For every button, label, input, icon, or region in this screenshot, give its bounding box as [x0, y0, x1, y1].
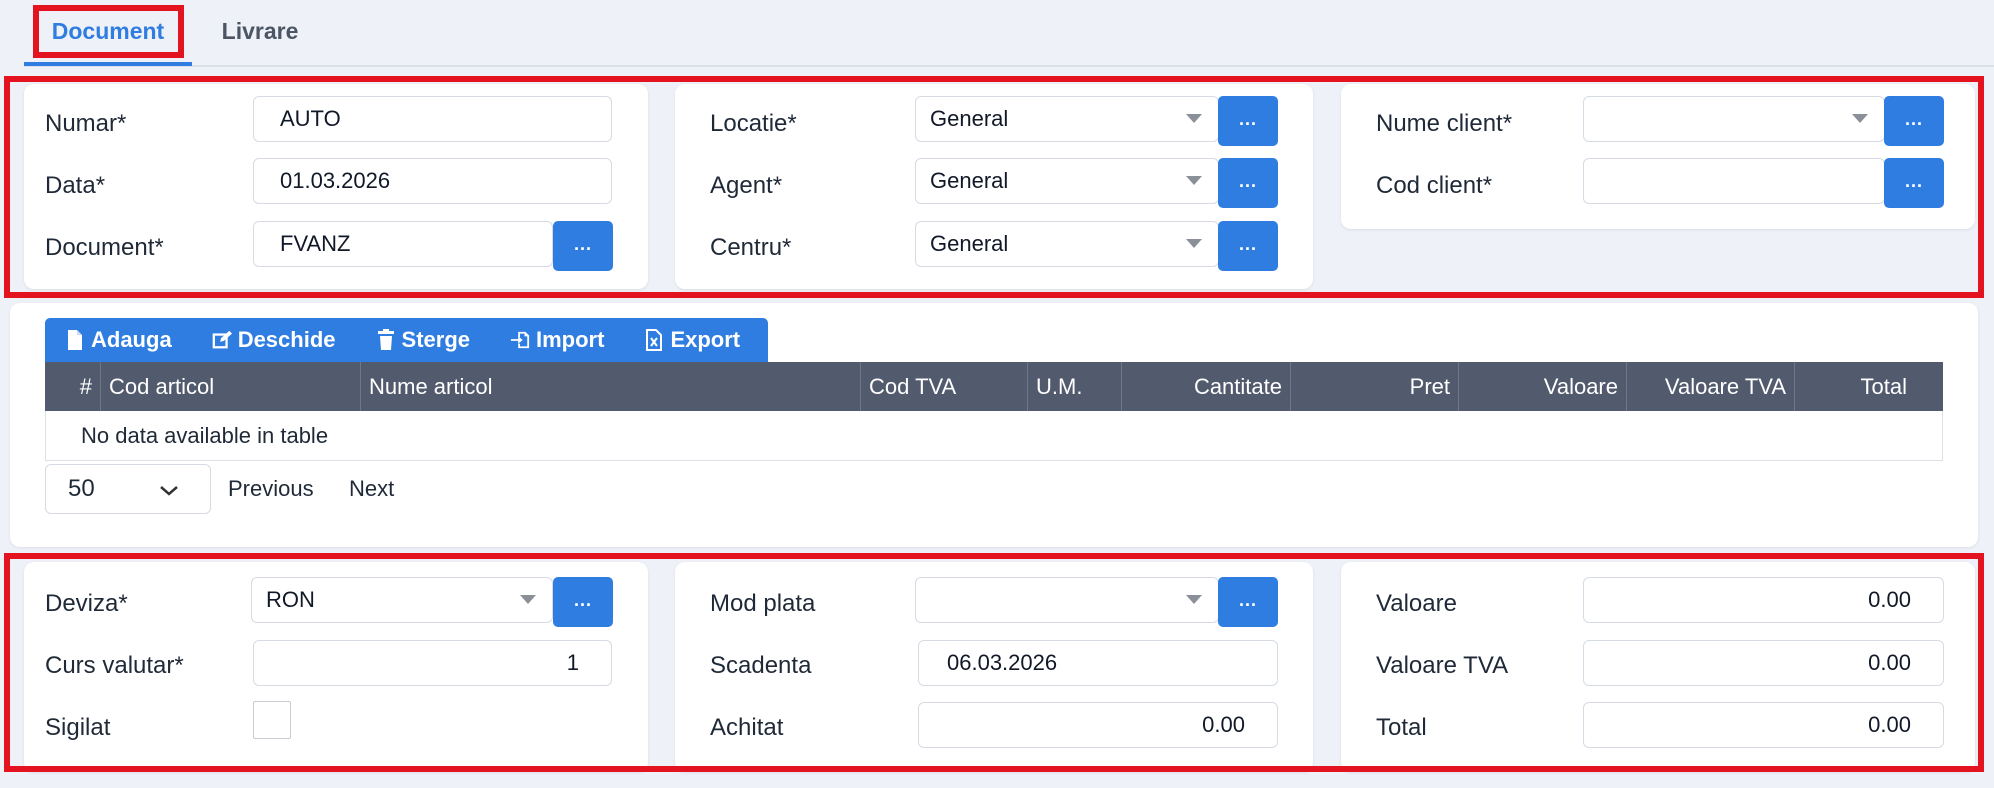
page-size-select[interactable]: 50 — [45, 464, 211, 514]
previous-page-link[interactable]: Previous — [228, 464, 314, 514]
column-header-um[interactable]: U.M. — [1028, 362, 1122, 411]
items-toolbar: Adauga Deschide Sterge Import Export — [45, 318, 768, 362]
export-button[interactable]: Export — [644, 327, 740, 353]
column-header-cantitate[interactable]: Cantitate — [1122, 362, 1291, 411]
file-icon — [68, 330, 82, 350]
tab-livrare[interactable]: Livrare — [210, 6, 310, 56]
chevron-down-icon — [160, 486, 178, 496]
highlight-footer-fields — [4, 553, 1984, 772]
next-page-link[interactable]: Next — [349, 464, 394, 514]
column-header-cod-articol[interactable]: Cod articol — [101, 362, 361, 411]
active-tab-indicator — [24, 62, 192, 66]
open-button[interactable]: Deschide — [212, 327, 336, 353]
import-icon — [510, 331, 530, 349]
table-empty-row: No data available in table — [45, 411, 1943, 461]
column-header-valoare-tva[interactable]: Valoare TVA — [1627, 362, 1795, 411]
import-button[interactable]: Import — [510, 327, 604, 353]
highlight-tab-document — [33, 5, 184, 58]
add-button[interactable]: Adauga — [65, 327, 172, 353]
column-header-pret[interactable]: Pret — [1291, 362, 1459, 411]
tab-bar — [24, 0, 1994, 67]
column-header-number[interactable]: # — [45, 362, 101, 411]
highlight-header-fields — [4, 76, 1984, 298]
column-header-cod-tva[interactable]: Cod TVA — [861, 362, 1028, 411]
trash-icon — [377, 329, 394, 350]
column-header-nume-articol[interactable]: Nume articol — [361, 362, 861, 411]
items-table-header: # Cod articol Nume articol Cod TVA U.M. … — [45, 362, 1943, 411]
edit-icon — [212, 330, 232, 349]
page-size-value: 50 — [68, 475, 95, 502]
column-header-total[interactable]: Total — [1795, 362, 1943, 411]
excel-icon — [646, 329, 663, 351]
delete-button[interactable]: Sterge — [376, 327, 470, 353]
column-header-valoare[interactable]: Valoare — [1459, 362, 1627, 411]
